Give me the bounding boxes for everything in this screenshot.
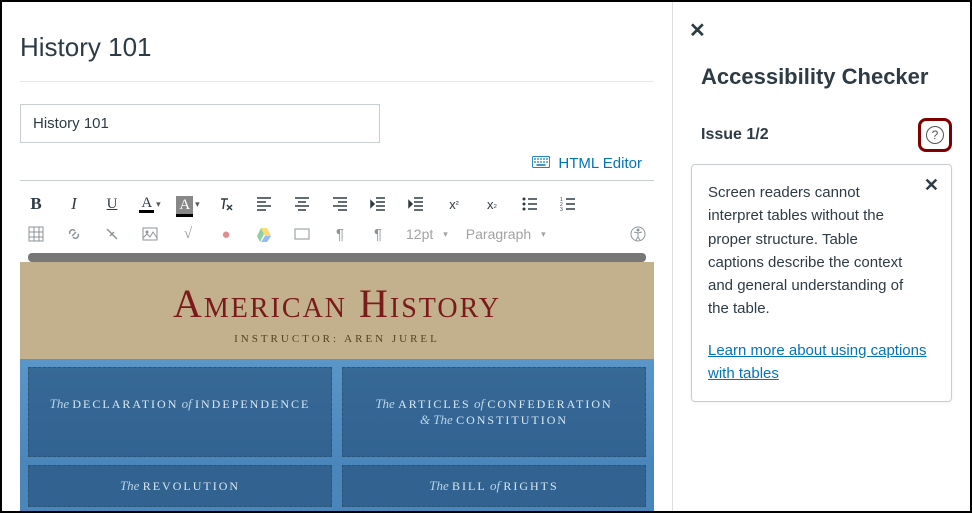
tile-bill-rights[interactable]: The BILL of RIGHTS xyxy=(342,465,646,507)
equation-button[interactable]: √ xyxy=(178,224,198,244)
font-size-select[interactable]: 12pt▾ xyxy=(406,226,448,242)
bg-color-button[interactable]: A▾ xyxy=(178,194,198,214)
horizontal-scrollbar[interactable] xyxy=(28,253,646,262)
underline-button[interactable]: U xyxy=(102,194,122,214)
subscript-button[interactable]: x₂ xyxy=(482,194,502,214)
number-list-button[interactable]: 123 xyxy=(558,194,578,214)
accessibility-button[interactable] xyxy=(628,224,648,244)
html-editor-label: HTML Editor xyxy=(558,155,642,172)
issue-description: Screen readers cannot interpret tables w… xyxy=(708,181,935,321)
superscript-button[interactable]: x² xyxy=(444,194,464,214)
help-icon: ? xyxy=(926,126,944,144)
link-button[interactable] xyxy=(64,224,84,244)
accessibility-panel: ✕ Accessibility Checker Issue 1/2 ? ✕ Sc… xyxy=(672,2,970,511)
clear-format-button[interactable] xyxy=(216,194,236,214)
tile-declaration[interactable]: The DECLARATION of INDEPENDENCE xyxy=(28,367,332,457)
course-banner: American History INSTRUCTOR: AREN JUREL xyxy=(20,262,654,359)
help-button-highlight[interactable]: ? xyxy=(918,118,952,152)
image-button[interactable] xyxy=(140,224,160,244)
issue-counter: Issue 1/2 xyxy=(701,126,769,144)
italic-button[interactable]: I xyxy=(64,194,84,214)
editor-toolbar: B I U A▾ A▾ x² x₂ 123 √ xyxy=(20,180,654,262)
paragraph-select[interactable]: Paragraph▾ xyxy=(466,226,546,242)
learn-more-link[interactable]: Learn more about using captions with tab… xyxy=(708,342,926,382)
bold-button[interactable]: B xyxy=(26,194,46,214)
rtl-button[interactable]: ¶ xyxy=(368,224,388,244)
page-title: History 101 xyxy=(20,10,654,82)
align-right-button[interactable] xyxy=(330,194,350,214)
text-color-button[interactable]: A▾ xyxy=(140,194,160,214)
outdent-button[interactable] xyxy=(368,194,388,214)
embed-button[interactable] xyxy=(292,224,312,244)
ltr-button[interactable]: ¶ xyxy=(330,224,350,244)
indent-button[interactable] xyxy=(406,194,426,214)
html-editor-link[interactable]: HTML Editor xyxy=(532,155,642,172)
record-button[interactable]: ● xyxy=(216,224,236,244)
close-panel-button[interactable]: ✕ xyxy=(689,18,706,43)
keyboard-icon xyxy=(532,155,550,172)
svg-text:3: 3 xyxy=(560,207,563,212)
instructor-line: INSTRUCTOR: AREN JUREL xyxy=(20,333,654,345)
banner-title: American History xyxy=(20,280,654,327)
table-button[interactable] xyxy=(26,224,46,244)
tile-articles[interactable]: The ARTICLES of CONFEDERATION & The CONS… xyxy=(342,367,646,457)
editor-canvas[interactable]: American History INSTRUCTOR: AREN JUREL … xyxy=(20,262,654,511)
close-card-button[interactable]: ✕ xyxy=(924,175,939,196)
title-input[interactable] xyxy=(20,104,380,143)
issue-card: ✕ Screen readers cannot interpret tables… xyxy=(691,164,952,402)
bullet-list-button[interactable] xyxy=(520,194,540,214)
align-center-button[interactable] xyxy=(292,194,312,214)
unlink-button[interactable] xyxy=(102,224,122,244)
align-left-button[interactable] xyxy=(254,194,274,214)
tile-revolution[interactable]: The REVOLUTION xyxy=(28,465,332,507)
drive-icon[interactable] xyxy=(254,224,274,244)
panel-title: Accessibility Checker xyxy=(701,64,954,90)
